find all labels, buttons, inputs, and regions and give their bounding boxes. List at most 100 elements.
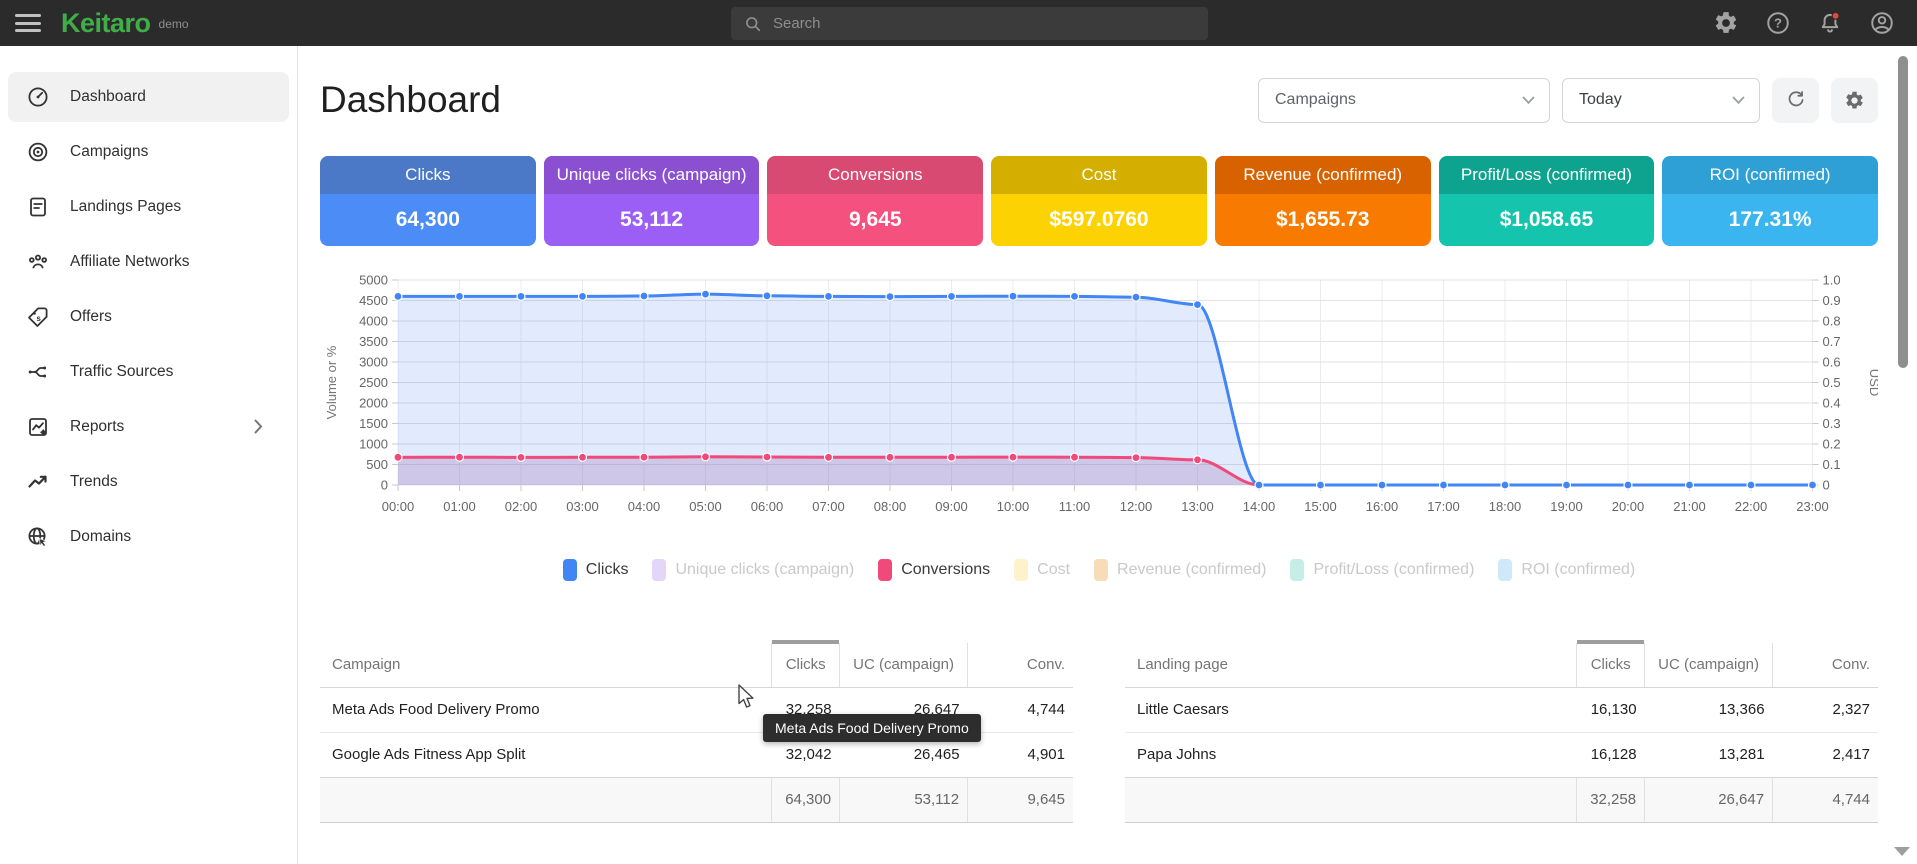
svg-text:13:00: 13:00 [1181,499,1214,514]
column-header-conv[interactable]: Conv. [1773,643,1878,687]
sidebar-item-offers[interactable]: sOffers [8,292,289,342]
app-logo[interactable]: Keitaro demo [61,8,189,39]
svg-text:0: 0 [381,478,388,493]
legend-label: Conversions [901,561,990,579]
sidebar-item-reports[interactable]: Reports [8,402,289,452]
sidebar-item-label: Reports [70,418,124,436]
legend-label: Clicks [586,561,629,579]
svg-text:01:00: 01:00 [443,499,476,514]
svg-text:18:00: 18:00 [1489,499,1522,514]
search-input[interactable] [773,15,1173,32]
sidebar-item-label: Offers [70,308,112,326]
sidebar-item-domains[interactable]: Domains [8,512,289,562]
date-range-select[interactable]: Today [1562,78,1760,123]
logo-badge: demo [159,17,189,31]
help-icon[interactable]: ? [1765,10,1791,36]
scroll-down-arrow-icon[interactable] [1894,847,1910,856]
trends-icon [26,470,50,494]
svg-text:4000: 4000 [359,314,388,329]
sidebar-item-campaigns[interactable]: Campaigns [8,127,289,177]
legend-item-conversions[interactable]: Conversions [878,559,990,581]
menu-toggle-icon[interactable] [15,14,41,32]
legend-item-cost[interactable]: Cost [1014,559,1070,581]
metric-card-roi-confirmed: ROI (confirmed)177.31% [1662,156,1878,246]
mouse-cursor [737,684,756,710]
svg-text:17:00: 17:00 [1427,499,1460,514]
account-icon[interactable] [1869,10,1895,36]
summary-tables: CampaignClicksUC (campaign)Conv.Meta Ads… [320,643,1878,823]
svg-text:12:00: 12:00 [1120,499,1153,514]
column-header-uc-campaign[interactable]: UC (campaign) [840,643,968,687]
search-icon [743,14,763,34]
svg-text:04:00: 04:00 [628,499,661,514]
column-header-landing-page[interactable]: Landing page [1125,643,1577,687]
legend-swatch [1290,559,1304,581]
sidebar-item-landings-pages[interactable]: Landings Pages [8,182,289,232]
legend-item-roi-confirmed[interactable]: ROI (confirmed) [1498,559,1635,581]
svg-text:06:00: 06:00 [751,499,784,514]
sidebar-item-traffic-sources[interactable]: Traffic Sources [8,347,289,397]
metric-card-conversions: Conversions9,645 [767,156,983,246]
column-header-conv[interactable]: Conv. [968,643,1073,687]
dashboard-settings-button[interactable] [1831,78,1878,123]
settings-icon[interactable] [1713,10,1739,36]
chart-legend: Clicks Unique clicks (campaign) Conversion… [320,559,1878,581]
metric-card-value: 9,645 [767,194,983,246]
svg-text:14:00: 14:00 [1243,499,1276,514]
svg-text:5000: 5000 [359,273,388,288]
legend-label: Cost [1037,561,1070,579]
column-header-uc-campaign[interactable]: UC (campaign) [1645,643,1773,687]
table-row[interactable]: Papa Johns16,12813,2812,417 [1125,732,1878,777]
notifications-icon[interactable] [1817,10,1843,36]
legend-item-clicks[interactable]: Clicks [563,559,629,581]
svg-text:0.9: 0.9 [1823,293,1841,308]
svg-text:21:00: 21:00 [1673,499,1706,514]
table-row[interactable]: Little Caesars16,13013,3662,327 [1125,687,1878,732]
svg-text:23:00: 23:00 [1796,499,1829,514]
svg-text:15:00: 15:00 [1304,499,1337,514]
svg-text:Volume or %: Volume or % [324,345,339,419]
total-cell: 53,112 [840,777,968,822]
svg-text:0: 0 [1823,478,1830,493]
svg-text:3000: 3000 [359,355,388,370]
sidebar-item-affiliate-networks[interactable]: Affiliate Networks [8,237,289,287]
column-header-clicks[interactable]: Clicks [772,643,840,687]
sidebar-item-trends[interactable]: Trends [8,457,289,507]
legend-swatch [878,559,892,581]
metric-card-label: ROI (confirmed) [1662,156,1878,194]
refresh-icon [1785,89,1807,111]
scrollbar-thumb[interactable] [1898,56,1908,368]
total-cell: 64,300 [772,777,840,822]
refresh-button[interactable] [1772,78,1819,123]
chevron-right-icon [254,419,263,439]
row-name-cell: Little Caesars [1125,687,1577,732]
legend-item-unique-clicks-campaign[interactable]: Unique clicks (campaign) [652,559,854,581]
grouping-select[interactable]: Campaigns [1258,78,1550,123]
row-tooltip: Meta Ads Food Delivery Promo [763,714,981,742]
svg-text:2000: 2000 [359,396,388,411]
metric-card-label: Profit/Loss (confirmed) [1439,156,1655,194]
legend-item-revenue-confirmed[interactable]: Revenue (confirmed) [1094,559,1266,581]
line-chart-svg[interactable]: 00:0001:0002:0003:0004:0005:0006:0007:00… [320,270,1878,545]
metric-card-cost: Cost$597.0760 [991,156,1207,246]
sidebar-item-label: Trends [70,473,118,491]
sidebar-item-dashboard[interactable]: Dashboard [8,72,289,122]
svg-text:0.5: 0.5 [1823,375,1841,390]
row-value-cell: 16,130 [1577,687,1645,732]
sidebar-item-label: Dashboard [70,88,146,106]
legend-item-profit-loss-confirmed[interactable]: Profit/Loss (confirmed) [1290,559,1474,581]
column-header-campaign[interactable]: Campaign [320,643,772,687]
gear-icon [1844,90,1865,111]
metric-card-clicks: Clicks64,300 [320,156,536,246]
row-value-cell: 13,281 [1645,732,1773,777]
svg-text:2500: 2500 [359,375,388,390]
traffic-icon [26,360,50,384]
main-content: Dashboard Campaigns Today [299,46,1917,864]
svg-text:4500: 4500 [359,293,388,308]
affiliate-icon [26,250,50,274]
svg-text:19:00: 19:00 [1550,499,1583,514]
metric-card-value: 64,300 [320,194,536,246]
legend-swatch [652,559,666,581]
metric-card-value: 177.31% [1662,194,1878,246]
column-header-clicks[interactable]: Clicks [1577,643,1645,687]
